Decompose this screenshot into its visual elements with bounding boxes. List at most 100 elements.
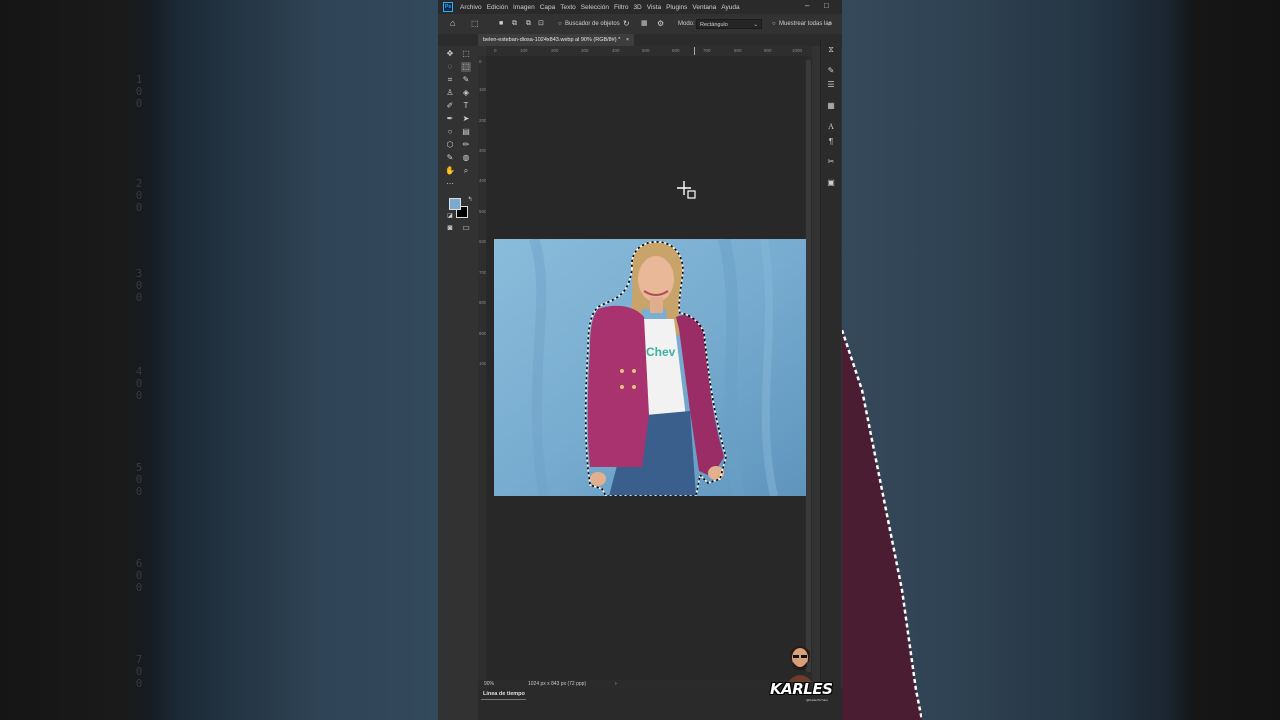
menu-seleccion[interactable]: Selección bbox=[581, 4, 609, 11]
close-tab-icon[interactable]: × bbox=[626, 37, 629, 43]
status-menu-arrow[interactable]: › bbox=[615, 680, 617, 688]
chevron-down-icon: ⌄ bbox=[753, 22, 758, 28]
document-tab-title: belen-esteban-diosa-1024x843.webp al 90%… bbox=[483, 37, 621, 43]
menu-filtro[interactable]: Filtro bbox=[614, 4, 628, 11]
add-selection-icon[interactable]: ⧉ bbox=[512, 18, 517, 30]
pen-tool-icon[interactable]: ✒ bbox=[445, 114, 455, 124]
object-finder-checkbox[interactable]: ○ bbox=[558, 18, 562, 30]
timeline-tab[interactable]: Línea de tiempo bbox=[483, 690, 525, 699]
menu-edicion[interactable]: Edición bbox=[487, 4, 508, 11]
search-icon[interactable]: ⌕ bbox=[828, 18, 832, 30]
paint-bucket-icon[interactable]: ◍ bbox=[461, 153, 471, 163]
ruler-tick: 0 bbox=[494, 48, 497, 53]
menu-imagen[interactable]: Imagen bbox=[513, 4, 535, 11]
hand-tool-icon[interactable]: ✋ bbox=[445, 166, 455, 176]
settings-gear-icon[interactable]: ⚙ bbox=[657, 18, 664, 30]
crop-tool-icon[interactable]: ⌗ bbox=[445, 75, 455, 85]
selection-cursor-icon bbox=[677, 181, 696, 199]
tools-preset-icon[interactable]: ✂ bbox=[825, 157, 837, 167]
brush-tool-icon[interactable]: ✎ bbox=[445, 153, 455, 163]
intersect-selection-icon[interactable]: ⊡ bbox=[538, 18, 544, 30]
eraser-tool-icon[interactable]: ◈ bbox=[461, 88, 471, 98]
quick-mask-icon[interactable]: ◙ bbox=[445, 223, 455, 233]
object-selection-tool-icon[interactable]: ⬚ bbox=[461, 62, 471, 72]
watermark-name: KARLES bbox=[770, 680, 833, 698]
subtract-selection-icon[interactable]: ⧉ bbox=[526, 18, 531, 30]
watermark-handle: @KarlesTuTutor bbox=[806, 698, 828, 702]
document-tab-bar: belen-esteban-diosa-1024x843.webp al 90%… bbox=[438, 34, 842, 46]
swap-colors-icon[interactable]: ↰ bbox=[465, 195, 475, 205]
ruler-tick: 200 bbox=[551, 48, 559, 53]
move-tool-icon[interactable]: ✥ bbox=[445, 49, 455, 59]
gradient-tool-icon[interactable]: ▤ bbox=[461, 127, 471, 137]
document-tab[interactable]: belen-esteban-diosa-1024x843.webp al 90%… bbox=[478, 34, 635, 46]
adjustments-icon[interactable]: ☰ bbox=[825, 80, 837, 90]
default-colors-icon[interactable]: ◪ bbox=[445, 211, 455, 221]
timeline-tab-underline bbox=[481, 699, 526, 700]
menu-capa[interactable]: Capa bbox=[540, 4, 556, 11]
menu-3d[interactable]: 3D bbox=[633, 4, 641, 11]
avatar-caricature-icon bbox=[788, 646, 812, 682]
ghost-ruler-label: 5 0 0 bbox=[135, 461, 143, 498]
blurred-ruler-ghost: 1 0 0 2 0 0 3 0 0 4 0 0 5 0 0 6 0 0 7 0 … bbox=[128, 70, 150, 710]
mode-select[interactable]: Rectángulo ⌄ bbox=[696, 19, 762, 29]
blurred-background-left: 1 0 0 2 0 0 3 0 0 4 0 0 5 0 0 6 0 0 7 0 … bbox=[0, 0, 438, 720]
brush-settings-icon[interactable]: ✎ bbox=[825, 66, 837, 76]
zoom-level[interactable]: 90% bbox=[484, 680, 494, 688]
ghost-ruler-label: 1 0 0 bbox=[135, 73, 143, 110]
menu-bar: Ps Archivo Edición Imagen Capa Texto Sel… bbox=[438, 0, 842, 14]
history-panel-icon[interactable]: ⧖ bbox=[825, 45, 837, 55]
show-overlay-icon[interactable]: ▦ bbox=[641, 18, 648, 30]
document-image[interactable]: Chev bbox=[494, 239, 806, 496]
stamp-tool-icon[interactable]: ♙ bbox=[445, 88, 455, 98]
layers-icon[interactable]: ▦ bbox=[825, 101, 837, 111]
vertical-scrollbar[interactable] bbox=[805, 56, 812, 680]
ellipse-tool-icon[interactable]: ○ bbox=[445, 127, 455, 137]
libraries-icon[interactable]: ▣ bbox=[825, 178, 837, 188]
ruler-tick: 100 bbox=[520, 48, 528, 53]
ghost-ruler-label: 6 0 0 bbox=[135, 557, 143, 594]
selection-tool-preset-icon[interactable]: ⬚ bbox=[471, 18, 479, 30]
menu-archivo[interactable]: Archivo bbox=[460, 4, 482, 11]
refresh-icon[interactable]: ↻ bbox=[623, 18, 630, 30]
zoom-tool-icon[interactable]: ⌕ bbox=[461, 166, 471, 176]
home-icon[interactable]: ⌂ bbox=[450, 17, 455, 29]
scrollbar-thumb[interactable] bbox=[806, 60, 811, 672]
ghost-ruler-label: 2 0 0 bbox=[135, 177, 143, 214]
ruler-tick: 1000 bbox=[792, 48, 803, 53]
karles-watermark-logo: KARLES @KarlesTuTutor bbox=[770, 640, 833, 706]
eyedropper-tool-icon[interactable]: ✎ bbox=[461, 75, 471, 85]
ruler-tick: 600 bbox=[672, 48, 680, 53]
character-panel-icon[interactable]: A bbox=[825, 122, 837, 132]
new-selection-icon[interactable]: ■ bbox=[499, 18, 503, 30]
ruler-cursor-marker bbox=[694, 47, 695, 55]
maximize-button[interactable]: □ bbox=[824, 0, 829, 12]
color-sampler-icon[interactable]: ✏ bbox=[461, 140, 471, 150]
history-brush-icon[interactable]: ✐ bbox=[445, 101, 455, 111]
blurred-jacket-edge bbox=[842, 330, 922, 720]
sample-all-checkbox[interactable]: ○ bbox=[772, 18, 776, 30]
object-finder-label: Buscador de objetos bbox=[565, 21, 620, 27]
shirt-print-text: Chev bbox=[646, 345, 676, 359]
ghost-ruler-label: 7 0 0 bbox=[135, 653, 143, 690]
ruler-tick: 400 bbox=[612, 48, 620, 53]
rectangular-marquee-icon[interactable]: ⬚ bbox=[461, 49, 471, 59]
ruler-tick: 300 bbox=[581, 48, 589, 53]
menu-ventana[interactable]: Ventana bbox=[692, 4, 716, 11]
menu-ayuda[interactable]: Ayuda bbox=[721, 4, 739, 11]
path-selection-icon[interactable]: ➤ bbox=[461, 114, 471, 124]
lasso-tool-icon[interactable]: ◌ bbox=[445, 62, 455, 72]
ghost-ruler-label: 3 0 0 bbox=[135, 267, 143, 304]
screen-mode-icon[interactable]: ▭ bbox=[461, 223, 471, 233]
minimize-button[interactable]: – bbox=[805, 0, 809, 12]
foreground-color-swatch[interactable] bbox=[449, 198, 461, 210]
menu-plugins[interactable]: Plugins bbox=[666, 4, 687, 11]
more-tools-icon[interactable]: ⋯ bbox=[445, 179, 455, 189]
3d-tool-icon[interactable]: ⬡ bbox=[445, 140, 455, 150]
type-tool-icon[interactable]: T bbox=[461, 101, 471, 111]
paragraph-panel-icon[interactable]: ¶ bbox=[825, 137, 837, 147]
photoshop-logo-icon: Ps bbox=[443, 2, 453, 12]
ghost-ruler-label: 4 0 0 bbox=[135, 365, 143, 402]
menu-vista[interactable]: Vista bbox=[647, 4, 661, 11]
menu-texto[interactable]: Texto bbox=[560, 4, 576, 11]
